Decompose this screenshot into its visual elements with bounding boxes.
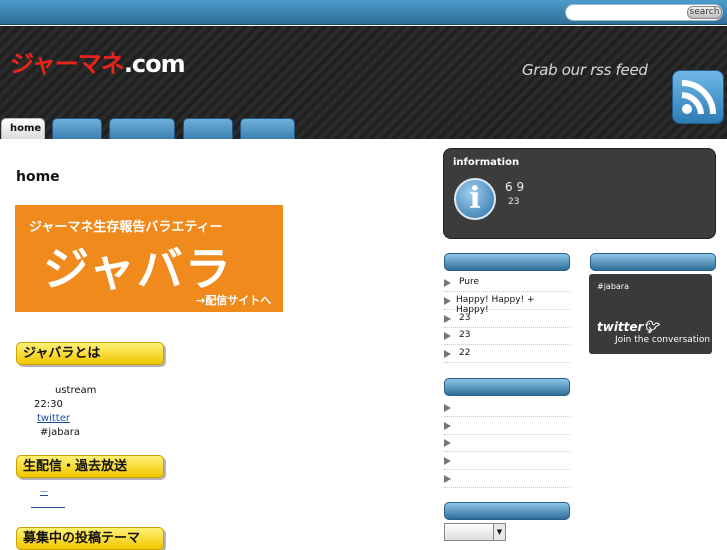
list-item[interactable] (444, 417, 570, 435)
arrow-right-icon (444, 332, 451, 340)
link-underline (31, 507, 65, 508)
twitter-join-text: Join the conversation (615, 335, 711, 345)
twitter-hashtag: #jabara (597, 282, 629, 291)
archive-select[interactable]: ▼ (444, 523, 506, 541)
banner-title: ジャバラ (43, 242, 233, 296)
nav-tab-label: home (10, 123, 42, 134)
arrow-right-icon (444, 422, 451, 430)
logo-text-red: ジャーマネ (10, 50, 125, 78)
information-panel: information i 6 9 23 (443, 148, 716, 239)
nav-tab-4[interactable] (183, 118, 233, 139)
arrow-right-icon (444, 297, 451, 305)
section-heading-broadcast: 生配信・過去放送 (16, 455, 164, 478)
information-title: information (453, 157, 520, 168)
main-nav: home (0, 118, 727, 139)
nav-tab-5[interactable] (240, 118, 295, 139)
arrow-right-icon (444, 439, 451, 447)
list-item[interactable]: Happy! Happy! + Happy! (444, 292, 570, 315)
rss-feed-text[interactable]: Grab our rss feed (522, 61, 648, 79)
arrow-right-icon (444, 475, 451, 483)
page-title: home (16, 169, 60, 185)
arrow-right-icon (444, 457, 451, 465)
sidebar-heading-2 (444, 378, 570, 396)
nav-tab-home[interactable]: home (1, 118, 45, 139)
sidebar-heading-1 (444, 253, 570, 271)
arrow-right-icon (444, 315, 451, 323)
hashtag-text: #jabara (40, 427, 80, 438)
list-item-label: 23 (459, 313, 471, 323)
twitter-widget[interactable]: #jabara twitter🐦︎ Join the conversation (589, 274, 712, 354)
arrow-right-icon (444, 279, 451, 287)
rss-icon[interactable] (672, 70, 724, 124)
site-logo[interactable]: ジャーマネ.com (10, 44, 186, 79)
section-heading-themes: 募集中の投稿テーマ (16, 527, 164, 550)
list-item[interactable]: 23 (444, 327, 570, 345)
list-item-label: Pure (459, 277, 480, 287)
banner-link: →配信サイトへ (196, 294, 272, 307)
list-item-label: 22 (459, 348, 471, 358)
arrow-right-icon (444, 404, 451, 412)
information-line-1: 6 9 (505, 180, 525, 194)
list-item[interactable] (444, 399, 570, 417)
search-button[interactable]: search (687, 6, 722, 19)
broadcast-time: 22:30 (34, 399, 63, 410)
list-item[interactable] (444, 434, 570, 452)
information-line-2: 23 (508, 197, 520, 207)
list-item[interactable]: Pure (444, 274, 570, 292)
section-heading-about: ジャバラとは (16, 342, 164, 365)
info-icon: i (454, 178, 496, 220)
nav-tab-2[interactable] (52, 118, 102, 139)
list-item[interactable]: 22 (444, 345, 570, 363)
nav-tab-3[interactable] (109, 118, 175, 139)
twitter-logo: twitter🐦︎ (597, 320, 659, 334)
list-item-label: 23 (459, 330, 471, 340)
ustream-text: ustream (55, 385, 97, 396)
twitter-bird-icon: 🐦︎ (643, 320, 659, 334)
broadcast-link[interactable]: — (40, 487, 48, 496)
list-item[interactable]: 23 (444, 310, 570, 328)
jabara-banner[interactable]: ジャーマネ生存報告バラエティー ジャバラ →配信サイトへ (15, 205, 283, 312)
logo-text-white: .com (123, 50, 186, 78)
twitter-logo-text: twitter (597, 320, 644, 334)
chevron-down-icon: ▼ (493, 524, 505, 540)
sidebar-heading-twitter (590, 253, 716, 271)
list-item[interactable] (444, 470, 570, 488)
twitter-link[interactable]: twitter (37, 413, 70, 424)
list-item[interactable] (444, 452, 570, 470)
arrow-right-icon (444, 350, 451, 358)
sidebar-heading-3 (444, 502, 570, 520)
